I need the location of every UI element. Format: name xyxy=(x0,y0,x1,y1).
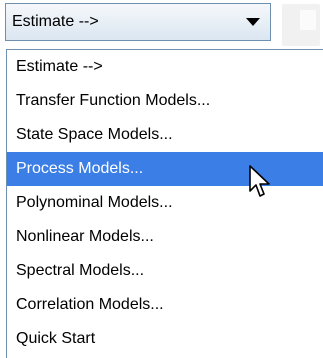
menu-item-quick-start[interactable]: Quick Start xyxy=(7,322,323,356)
menu-item-process-models[interactable]: Process Models... xyxy=(7,152,323,186)
combobox-selected-value: Estimate --> xyxy=(12,13,99,30)
menu-item-spectral-models[interactable]: Spectral Models... xyxy=(7,254,323,288)
estimate-combobox[interactable]: Estimate --> xyxy=(5,3,271,41)
menu-item-estimate[interactable]: Estimate --> xyxy=(7,50,323,84)
menu-item-polynominal-models[interactable]: Polynominal Models... xyxy=(7,186,323,220)
background-window-highlight xyxy=(300,10,316,30)
menu-item-state-space-models[interactable]: State Space Models... xyxy=(7,118,323,152)
mouse-pointer-icon xyxy=(249,165,270,197)
estimate-dropdown-menu: Estimate --> Transfer Function Models...… xyxy=(6,49,323,358)
menu-item-nonlinear-models[interactable]: Nonlinear Models... xyxy=(7,220,323,254)
chevron-down-icon[interactable] xyxy=(236,4,270,40)
dropdown-screen: Estimate --> Estimate --> Transfer Funct… xyxy=(0,0,323,358)
menu-item-transfer-function-models[interactable]: Transfer Function Models... xyxy=(7,84,323,118)
menu-item-correlation-models[interactable]: Correlation Models... xyxy=(7,288,323,322)
